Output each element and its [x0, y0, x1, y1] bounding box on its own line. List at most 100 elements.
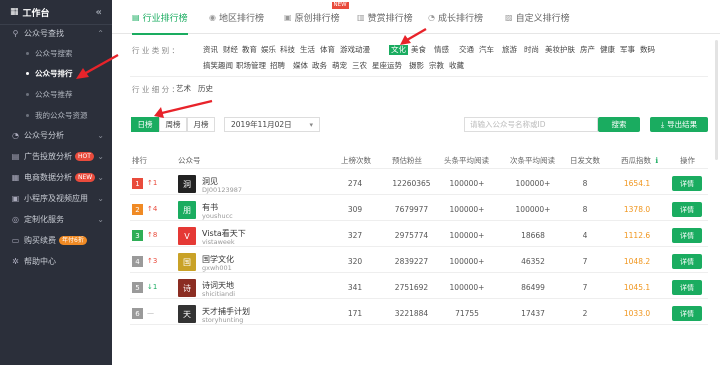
- category-item-17[interactable]: 健康: [600, 45, 615, 55]
- detail-button[interactable]: 详情: [672, 306, 702, 321]
- sidebar-item-purchase[interactable]: ▭ 购买续费 年付6折: [0, 232, 112, 248]
- help-icon: ✲: [12, 256, 19, 266]
- category-item-4[interactable]: 科技: [280, 45, 295, 55]
- fans-value: 7679977: [394, 205, 429, 214]
- rank-badge: 4: [132, 256, 143, 267]
- sidebar-item-account-search[interactable]: 公众号搜索: [0, 44, 112, 62]
- sidebar-group-label: 公众号查找: [24, 28, 64, 38]
- tab-industry-ranking[interactable]: ▤ 行业排行榜: [132, 0, 188, 35]
- category-item-5[interactable]: 萌宠: [332, 61, 347, 71]
- category-item-9[interactable]: 宗教: [429, 61, 444, 71]
- fans-value: 3221884: [394, 309, 429, 318]
- period-daily-button[interactable]: 日榜: [131, 117, 159, 132]
- chevron-down-icon: ⌄: [97, 130, 104, 140]
- sub-category-history[interactable]: 历史: [198, 84, 213, 94]
- times-value: 341: [347, 283, 363, 292]
- growth-icon: ◔: [428, 12, 435, 22]
- category-item-6[interactable]: 体育: [320, 45, 335, 55]
- category-item-15[interactable]: 美妆护肤: [545, 45, 575, 55]
- sidebar-group-label: 定制化服务: [24, 214, 64, 224]
- period-monthly-button[interactable]: 月榜: [187, 117, 215, 132]
- category-item-19[interactable]: 数码: [640, 45, 655, 55]
- category-item-8[interactable]: 摄影: [409, 61, 424, 71]
- category-item-1[interactable]: 财经: [223, 45, 238, 55]
- category-item-4[interactable]: 政务: [312, 61, 327, 71]
- category-item-13[interactable]: 旅游: [502, 45, 517, 55]
- column-header-head-read: 头条平均阅读: [444, 156, 489, 165]
- tab-custom-ranking[interactable]: ▨ 自定义排行榜: [505, 0, 570, 34]
- purchase-icon: ▭: [11, 235, 20, 245]
- download-icon: ⤓: [660, 119, 665, 129]
- sidebar-group-search[interactable]: ⚲ 公众号查找 ⌃: [0, 25, 112, 41]
- detail-button[interactable]: 详情: [672, 280, 702, 295]
- detail-button[interactable]: 详情: [672, 228, 702, 243]
- detail-button[interactable]: 详情: [672, 254, 702, 269]
- sidebar-item-account-recommend[interactable]: 公众号推荐: [0, 85, 112, 103]
- scrollbar[interactable]: [715, 40, 718, 160]
- second-read-value: 46352: [521, 257, 545, 266]
- category-item-7[interactable]: 星座运势: [372, 61, 402, 71]
- category-item-10[interactable]: 情感: [434, 45, 449, 55]
- sidebar-group-ecommerce[interactable]: ▦ 电商数据分析 NEW ⌄: [0, 169, 112, 185]
- tab-growth-ranking[interactable]: ◔ 成长排行榜: [428, 0, 483, 34]
- times-value: 171: [347, 309, 363, 318]
- tab-original-ranking[interactable]: ▣ 原创排行榜 NEW: [284, 0, 349, 34]
- head-read-value: 100000+: [449, 257, 485, 266]
- ranking-tabs: ▤ 行业排行榜 ◉ 地区排行榜 ▣ 原创排行榜 NEW ▥ 赞赏排行榜 ◔ 成长排行榜 ▨ 自…: [112, 0, 720, 35]
- avatar: 洞: [178, 175, 196, 193]
- category-item-18[interactable]: 军事: [620, 45, 635, 55]
- category-item-8-selected[interactable]: 文化: [389, 45, 408, 55]
- export-button[interactable]: ⤓ 导出结果: [650, 117, 708, 132]
- search-input[interactable]: 请输入公众号名称或ID: [464, 117, 598, 132]
- column-header-fans: 预估粉丝: [392, 156, 422, 165]
- sidebar-group-ads[interactable]: ▤ 广告投放分析 HOT ⌄: [0, 148, 112, 164]
- sidebar-group-custom-service[interactable]: ◎ 定制化服务 ⌄: [0, 211, 112, 227]
- index-value: 1045.1: [623, 283, 651, 292]
- discount-badge: 年付6折: [59, 235, 87, 245]
- category-item-2[interactable]: 招聘: [270, 61, 285, 71]
- second-read-value: 100000+: [515, 179, 551, 188]
- row-divider: [130, 272, 708, 273]
- tab-reward-ranking[interactable]: ▥ 赞赏排行榜: [357, 0, 413, 34]
- sidebar-group-miniprogram[interactable]: ▣ 小程序及视频应用 ⌄: [0, 190, 112, 206]
- fans-value: 2975774: [394, 231, 429, 240]
- category-item-0[interactable]: 资讯: [203, 45, 218, 55]
- sidebar-item-label: 公众号排行: [35, 68, 73, 78]
- category-item-10[interactable]: 收藏: [449, 61, 464, 71]
- category-item-6[interactable]: 三农: [352, 61, 367, 71]
- period-weekly-button[interactable]: 周榜: [159, 117, 187, 132]
- sidebar-group-analysis[interactable]: ◔ 公众号分析 ⌄: [0, 127, 112, 143]
- category-item-5[interactable]: 生活: [300, 45, 315, 55]
- category-item-0[interactable]: 搞笑趣闻: [203, 61, 233, 71]
- date-select[interactable]: 2019年11月02日 ▾: [224, 117, 320, 132]
- category-item-3[interactable]: 媒体: [293, 61, 308, 71]
- category-item-16[interactable]: 房产: [580, 45, 595, 55]
- posts-value: 8: [582, 179, 588, 188]
- column-header-account: 公众号: [178, 156, 201, 165]
- category-item-2[interactable]: 教育: [242, 45, 257, 55]
- search-button[interactable]: 搜索: [598, 117, 640, 132]
- collapse-icon[interactable]: «: [96, 7, 102, 18]
- tab-region-ranking[interactable]: ◉ 地区排行榜: [209, 0, 264, 34]
- detail-button[interactable]: 详情: [672, 202, 702, 217]
- category-item-1[interactable]: 职场管理: [236, 61, 266, 71]
- category-item-11[interactable]: 交通: [459, 45, 474, 55]
- index-value: 1378.0: [623, 205, 651, 214]
- category-item-3[interactable]: 娱乐: [261, 45, 276, 55]
- category-item-14[interactable]: 时尚: [524, 45, 539, 55]
- rank-badge: 6: [132, 308, 143, 319]
- index-value: 1112.6: [623, 231, 651, 240]
- location-icon: ◉: [209, 12, 216, 22]
- tab-label: 行业排行榜: [142, 13, 188, 24]
- sidebar-item-help[interactable]: ✲ 帮助中心: [0, 253, 112, 269]
- sidebar-item-account-ranking[interactable]: 公众号排行: [0, 64, 112, 82]
- category-item-9[interactable]: 美食: [411, 45, 426, 55]
- sidebar-item-my-resources[interactable]: 我的公众号资源: [0, 106, 112, 124]
- head-read-value: 100000+: [449, 231, 485, 240]
- category-item-7[interactable]: 游戏动漫: [340, 45, 370, 55]
- sub-category-art[interactable]: 艺术: [176, 84, 191, 94]
- detail-button[interactable]: 详情: [672, 176, 702, 191]
- category-item-12[interactable]: 汽车: [479, 45, 494, 55]
- info-icon[interactable]: ℹ: [655, 156, 658, 165]
- index-value: 1654.1: [623, 179, 651, 188]
